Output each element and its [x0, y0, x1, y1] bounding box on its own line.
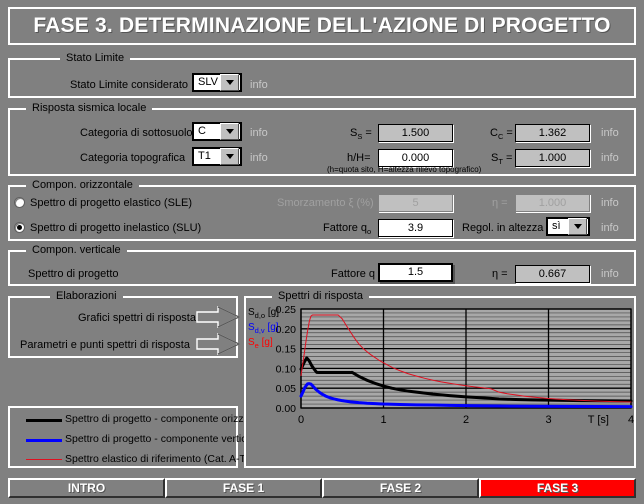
tab-fase-1-label: FASE 1 — [222, 481, 265, 495]
tab-fase-2[interactable]: FASE 2 — [322, 478, 479, 498]
label-cc: CC = — [490, 127, 513, 142]
label-spettro-inelastico-slu[interactable]: Spettro di progetto inelastico (SLU) — [30, 222, 201, 234]
value-eta-verticale: 0.667 — [515, 265, 590, 283]
label-ss: SS = — [350, 127, 372, 142]
button-parametri-punti-spettri[interactable] — [196, 333, 240, 355]
legend-swatch-elastico — [26, 459, 62, 460]
label-fattore-q-verticale: Fattore q — [331, 268, 376, 280]
select-regolarita-altezza[interactable]: sì — [546, 217, 590, 236]
select-regolarita-altezza-value: sì — [552, 220, 561, 232]
tab-fase-1[interactable]: FASE 1 — [165, 478, 322, 498]
select-stato-limite[interactable]: SLV — [192, 73, 242, 92]
label-st: ST = — [491, 152, 513, 167]
label-h-over-H: h/H= — [347, 152, 371, 164]
legend-label-verticale: Spettro di progetto - componente vertica… — [65, 433, 261, 445]
value-eta-orizzontale: 1.000 — [515, 194, 590, 212]
info-link-regolarita[interactable]: info — [601, 222, 619, 234]
label-smorzamento: Smorzamento ξ (%) — [277, 197, 374, 209]
chevron-down-icon[interactable] — [220, 74, 239, 91]
group-stato-limite-legend: Stato Limite — [60, 52, 131, 64]
chevron-down-icon[interactable] — [568, 218, 587, 235]
label-categoria-sottosuolo: Categoria di sottosuolo — [80, 127, 193, 139]
select-categoria-topografica-value: T1 — [198, 150, 211, 162]
tab-fase-3[interactable]: FASE 3 — [479, 478, 636, 498]
input-fattore-q-verticale[interactable]: 1.5 — [378, 263, 453, 282]
value-st: 1.000 — [515, 149, 590, 167]
select-stato-limite-value: SLV — [198, 76, 218, 88]
select-categoria-sottosuolo-value: C — [198, 125, 206, 137]
legend-swatch-verticale — [26, 439, 62, 442]
tab-intro[interactable]: INTRO — [8, 478, 165, 498]
label-parametri-punti-spettri: Parametri e punti spettri di risposta — [20, 339, 190, 351]
chart-title: Spettri di risposta — [272, 290, 369, 302]
bottom-tab-bar: INTRO FASE 1 FASE 2 FASE 3 — [8, 478, 636, 498]
group-componente-orizzontale-legend: Compon. orizzontale — [26, 179, 139, 191]
select-categoria-topografica[interactable]: T1 — [192, 147, 242, 166]
label-spettro-di-progetto: Spettro di progetto — [28, 268, 119, 280]
chart-container: Spettri di risposta — [244, 290, 636, 468]
label-regolarita-altezza: Regol. in altezza — [462, 222, 544, 234]
chart-legend: Spettro di progetto - componente orizzon… — [8, 406, 293, 468]
label-categoria-topografica: Categoria topografica — [80, 152, 186, 164]
chart-ylabel-sdo: Sd,o [g] — [248, 307, 280, 320]
info-link-ss-cc[interactable]: info — [601, 127, 619, 139]
label-stato-limite-considerato: Stato Limite considerato — [70, 79, 189, 91]
info-link-topografica[interactable]: info — [250, 152, 268, 164]
radio-spettro-inelastico-slu[interactable] — [14, 222, 25, 233]
chart-ylabel-se: Se [g] — [248, 337, 273, 350]
label-grafici-spettri: Grafici spettri di risposta — [78, 312, 196, 324]
footnote-topografia: (h=quota sito, H=altezza rilievo topogra… — [327, 165, 482, 174]
label-spettro-elastico-sle[interactable]: Spettro di progetto elastico (SLE) — [30, 197, 192, 209]
page-title: FASE 3. DETERMINAZIONE DELL'AZIONE DI PR… — [8, 7, 636, 45]
tab-fase-2-label: FASE 2 — [379, 481, 422, 495]
label-eta-verticale: η = — [492, 268, 508, 280]
chevron-down-icon[interactable] — [220, 148, 239, 165]
input-fattore-qo[interactable]: 3.9 — [378, 219, 453, 237]
radio-selected-dot — [17, 225, 22, 230]
info-link-sottosuolo[interactable]: info — [250, 127, 268, 139]
info-link-stato-limite[interactable]: info — [250, 79, 268, 91]
label-eta-orizzontale: η = — [492, 197, 508, 209]
tab-intro-label: INTRO — [67, 481, 106, 495]
label-fattore-qo: Fattore qo — [323, 222, 372, 237]
tab-fase-3-label: FASE 3 — [536, 481, 579, 495]
group-stato-limite: Stato Limite — [8, 52, 636, 98]
legend-label-orizzontale: Spettro di progetto - componente orizzon… — [65, 413, 273, 425]
value-ss: 1.500 — [378, 124, 453, 142]
legend-swatch-orizzontale — [26, 419, 62, 422]
chart-ylabel-sdv: Sd,v [g] — [248, 322, 279, 335]
group-risposta-sismica-legend: Risposta sismica locale — [26, 102, 153, 114]
group-elaborazioni-legend: Elaborazioni — [50, 290, 123, 302]
chevron-down-icon[interactable] — [220, 123, 239, 140]
select-categoria-sottosuolo[interactable]: C — [192, 122, 242, 141]
group-componente-verticale-legend: Compon. verticale — [26, 244, 127, 256]
application-window: FASE 3. DETERMINAZIONE DELL'AZIONE DI PR… — [0, 0, 644, 504]
radio-spettro-elastico-sle[interactable] — [14, 197, 25, 208]
info-link-verticale[interactable]: info — [601, 268, 619, 280]
value-smorzamento: 5 — [378, 194, 453, 212]
info-link-smorzamento[interactable]: info — [601, 197, 619, 209]
page-title-text: FASE 3. DETERMINAZIONE DELL'AZIONE DI PR… — [33, 14, 611, 37]
button-grafici-spettri-di-risposta[interactable] — [196, 306, 240, 328]
value-cc: 1.362 — [515, 124, 590, 142]
info-link-hH-st[interactable]: info — [601, 152, 619, 164]
